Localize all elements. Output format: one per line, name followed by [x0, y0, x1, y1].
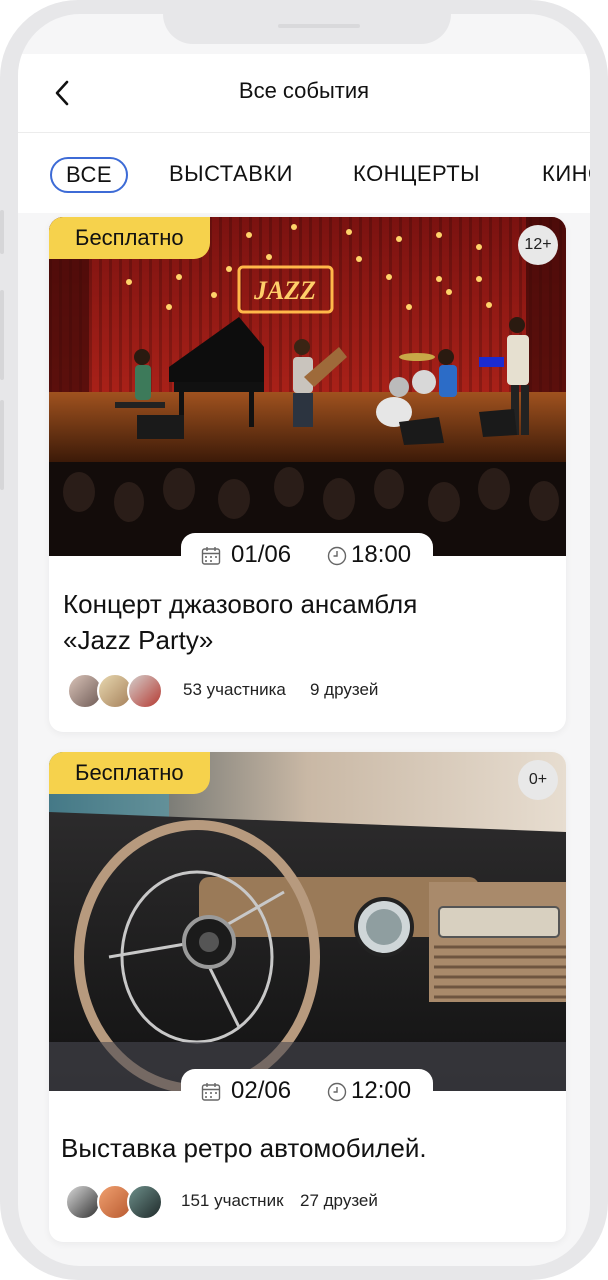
participants-count: 53 участника	[183, 680, 286, 699]
event-title-line-1: Концерт джазового ансамбля	[63, 589, 418, 619]
avatar	[127, 673, 163, 709]
phone-volume-down	[0, 400, 4, 490]
jazz-neon-sign: JAZZ	[253, 276, 316, 305]
tab-cinema[interactable]: КИНО	[542, 157, 590, 191]
age-rating-badge: 0+	[518, 760, 558, 800]
avatar	[127, 1184, 163, 1220]
category-tabs: ВСЕ ВЫСТАВКИ КОНЦЕРТЫ КИНО	[18, 133, 590, 213]
app-screen: Все события ВСЕ ВЫСТАВКИ КОНЦЕРТЫ КИНО	[18, 14, 590, 1266]
page-title: Все события	[238, 78, 370, 103]
event-time: 18:00	[351, 541, 412, 568]
phone-notch	[163, 14, 451, 44]
event-card[interactable]: Бесплатно 0+ 02/06 12:00 Выставка ретро …	[49, 752, 566, 1242]
free-badge: Бесплатно	[49, 217, 210, 259]
tab-concerts[interactable]: КОНЦЕРТЫ	[353, 157, 480, 191]
friends-count: 27 друзей	[300, 1191, 378, 1210]
clock-icon	[327, 546, 347, 566]
event-datetime: 02/06 12:00	[181, 1069, 433, 1113]
tab-all[interactable]: ВСЕ	[50, 157, 129, 193]
free-badge: Бесплатно	[49, 752, 210, 794]
event-photo-retro-car	[49, 752, 566, 1091]
top-bar: Все события	[18, 54, 590, 133]
event-title: Выставка ретро автомобилей.	[61, 1133, 427, 1163]
phone-volume-up	[0, 290, 4, 380]
clock-icon	[327, 1082, 347, 1102]
event-card[interactable]: JAZZ Бесплатно 12+ 01/06 18:00 Концерт д…	[49, 217, 566, 732]
event-title-line-2: «Jazz Party»	[63, 625, 214, 655]
friends-count: 9 друзей	[310, 680, 379, 699]
tab-exhibitions[interactable]: ВЫСТАВКИ	[169, 157, 293, 191]
event-datetime: 01/06 18:00	[181, 533, 433, 577]
avatar	[65, 1184, 101, 1220]
event-title: Концерт джазового ансамбля «Jazz Party»	[63, 586, 417, 658]
event-date: 01/06	[231, 541, 292, 568]
phone-side-button	[0, 210, 4, 254]
event-date: 02/06	[231, 1077, 292, 1104]
age-rating-badge: 12+	[518, 225, 558, 265]
event-time: 12:00	[351, 1077, 412, 1104]
participants-count: 151 участник	[181, 1191, 284, 1210]
event-photo-jazz-concert: JAZZ	[49, 217, 566, 556]
calendar-icon	[201, 547, 221, 565]
calendar-icon	[201, 1083, 221, 1101]
